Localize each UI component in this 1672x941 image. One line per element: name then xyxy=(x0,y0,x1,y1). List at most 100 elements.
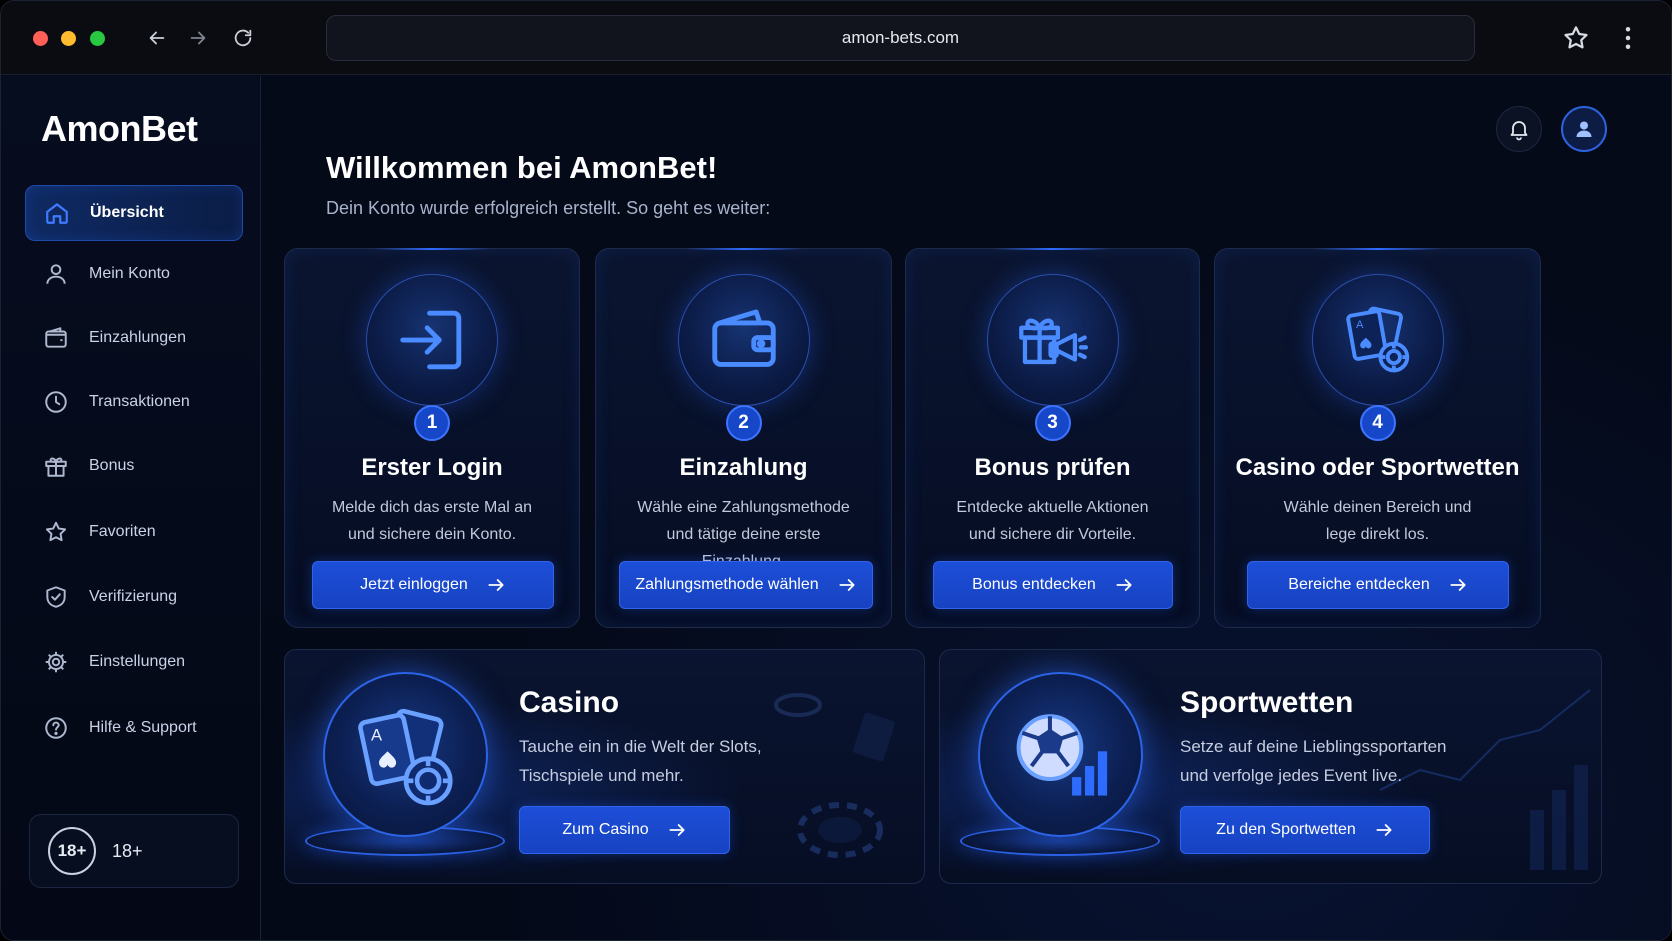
brand-logo[interactable]: AmonBet xyxy=(41,108,198,150)
sportsbetting-title: Sportwetten xyxy=(1180,686,1354,719)
go-to-sportsbetting-button[interactable]: Zu den Sportwetten xyxy=(1180,806,1430,854)
button-label: Zu den Sportwetten xyxy=(1216,821,1356,838)
svg-text:A: A xyxy=(1356,319,1364,331)
sidebar-item-label: Verifizierung xyxy=(89,588,178,605)
casino-description-line: Tauche ein in die Welt der Slots, xyxy=(519,737,762,756)
page-subtitle: Dein Konto wurde erfolgreich erstellt. S… xyxy=(326,198,771,218)
button-label: Zahlungsmethode wählen xyxy=(635,576,819,593)
address-bar[interactable]: amon-bets.com xyxy=(326,15,1475,61)
step-description-line: und sichere dein Konto. xyxy=(347,526,517,543)
step-description: Wähle deinen Bereich und lege direkt los… xyxy=(1245,494,1510,548)
step-number: 2 xyxy=(725,405,762,441)
chip-small-decoration xyxy=(774,693,822,717)
button-label: Zum Casino xyxy=(562,821,649,838)
casino-description-line: Tischspiele und mehr. xyxy=(519,766,684,785)
soccer-ball-chart-icon xyxy=(978,672,1143,837)
sidebar-item-label: Übersicht xyxy=(90,204,164,221)
bell-icon xyxy=(1507,117,1531,141)
sidebar-item-label: Transaktionen xyxy=(89,393,190,410)
notifications-button[interactable] xyxy=(1496,106,1542,152)
sidebar-item-label: Einstellungen xyxy=(89,653,186,670)
sidebar-item-bonus[interactable]: Bonus xyxy=(25,438,243,494)
step-description-line: Melde dich das erste Mal an xyxy=(331,499,533,516)
reload-icon[interactable] xyxy=(228,23,258,53)
minimize-window-button[interactable] xyxy=(61,31,76,46)
step-description-line: und sichere dir Vorteile. xyxy=(968,526,1137,543)
login-button[interactable]: Jetzt einloggen xyxy=(312,561,554,609)
forward-arrow-icon[interactable] xyxy=(183,23,213,53)
choose-payment-button[interactable]: Zahlungsmethode wählen xyxy=(619,561,873,609)
step-title: Bonus prüfen xyxy=(974,454,1131,481)
svg-text:A: A xyxy=(370,725,382,744)
button-label: Bereiche entdecken xyxy=(1288,576,1430,593)
sidebar-item-uebersicht[interactable]: Übersicht xyxy=(25,185,243,241)
cards-chip-icon: A xyxy=(1311,274,1444,406)
step-description-line: Entdecke aktuelle Aktionen xyxy=(956,499,1149,516)
sidebar-item-verifizierung[interactable]: Verifizierung xyxy=(25,569,243,625)
back-arrow-icon[interactable] xyxy=(142,23,172,53)
profile-button[interactable] xyxy=(1561,106,1607,152)
login-icon xyxy=(366,274,498,406)
step-title: Erster Login xyxy=(361,454,503,481)
arrow-right-icon xyxy=(486,575,506,595)
step-description-line: Wähle deinen Bereich und xyxy=(1283,499,1472,516)
step-card-login: 1 Erster Login Melde dich das erste Mal … xyxy=(284,248,580,628)
browser-menu-icon[interactable] xyxy=(1613,23,1643,53)
step-description-line: lege direkt los. xyxy=(1325,526,1430,543)
poker-chip-decoration xyxy=(797,802,883,858)
arrow-right-icon xyxy=(1114,575,1134,595)
discover-areas-button[interactable]: Bereiche entdecken xyxy=(1247,561,1509,609)
clock-icon xyxy=(43,389,69,415)
close-window-button[interactable] xyxy=(33,31,48,46)
step-title: Einzahlung xyxy=(679,454,808,481)
sportsbetting-card: Sportwetten Setze auf deine Lieblingsspo… xyxy=(939,649,1602,884)
step-description: Melde dich das erste Mal an und sichere … xyxy=(315,494,549,548)
step-description-line: Wähle eine Zahlungsmethode xyxy=(637,499,850,516)
page-title: Willkommen bei AmonBet! xyxy=(326,150,718,185)
arrow-right-icon xyxy=(1374,820,1394,840)
step-title: Casino oder Sportwetten xyxy=(1235,454,1520,481)
sidebar-item-mein-konto[interactable]: Mein Konto xyxy=(25,246,243,302)
user-avatar-icon xyxy=(1572,117,1596,141)
wallet-icon xyxy=(43,325,69,351)
sidebar-item-favoriten[interactable]: Favoriten xyxy=(25,504,243,560)
shield-check-icon xyxy=(43,584,69,610)
age-restriction-box: 18+ 18+ xyxy=(29,814,239,888)
sidebar-item-label: Favoriten xyxy=(89,523,156,540)
bookmark-star-icon[interactable] xyxy=(1561,23,1591,53)
browser-window: amon-bets.com AmonBet Übersicht Mein Kon… xyxy=(0,0,1672,941)
sidebar-item-label: Einzahlungen xyxy=(89,329,186,346)
step-card-bonus: 3 Bonus prüfen Entdecke aktuelle Aktione… xyxy=(905,248,1200,628)
user-icon xyxy=(43,261,69,287)
sidebar-item-label: Bonus xyxy=(89,457,135,474)
sidebar: AmonBet Übersicht Mein Konto Einzahlunge… xyxy=(1,76,261,940)
step-description: Entdecke aktuelle Aktionen und sichere d… xyxy=(936,494,1169,548)
gear-icon xyxy=(43,649,69,675)
step-number: 3 xyxy=(1034,405,1071,441)
url-text: amon-bets.com xyxy=(841,28,960,47)
age-label: 18+ xyxy=(112,840,143,861)
sportsbetting-description-line: Setze auf deine Lieblingssportarten xyxy=(1180,737,1447,756)
maximize-window-button[interactable] xyxy=(90,31,105,46)
sidebar-item-hilfe-support[interactable]: Hilfe & Support xyxy=(25,700,243,756)
browser-toolbar: amon-bets.com xyxy=(1,1,1671,75)
sidebar-item-label: Hilfe & Support xyxy=(89,719,197,736)
sidebar-item-transaktionen[interactable]: Transaktionen xyxy=(25,374,243,430)
arrow-right-icon xyxy=(667,820,687,840)
button-label: Jetzt einloggen xyxy=(360,576,468,593)
step-card-deposit: 2 Einzahlung Wähle eine Zahlungsmethode … xyxy=(595,248,892,628)
main-content: Willkommen bei AmonBet! Dein Konto wurde… xyxy=(262,76,1671,940)
go-to-casino-button[interactable]: Zum Casino xyxy=(519,806,730,854)
help-icon xyxy=(43,715,69,741)
sidebar-item-einzahlungen[interactable]: Einzahlungen xyxy=(25,310,243,366)
sportsbetting-description: Setze auf deine Lieblingssportarten und … xyxy=(1180,732,1540,790)
star-icon xyxy=(43,519,69,545)
step-card-areas: A 4 Casino oder Sportwetten Wähle deinen… xyxy=(1214,248,1541,628)
step-number: 1 xyxy=(414,405,450,441)
casino-card: A Casino Tauche ein in die Welt der Slot… xyxy=(284,649,925,884)
discover-bonus-button[interactable]: Bonus entdecken xyxy=(933,561,1173,609)
sportsbetting-description-line: und verfolge jedes Event live. xyxy=(1180,766,1403,785)
sidebar-item-einstellungen[interactable]: Einstellungen xyxy=(25,634,243,690)
home-icon xyxy=(44,200,70,226)
card-decoration xyxy=(853,712,895,762)
